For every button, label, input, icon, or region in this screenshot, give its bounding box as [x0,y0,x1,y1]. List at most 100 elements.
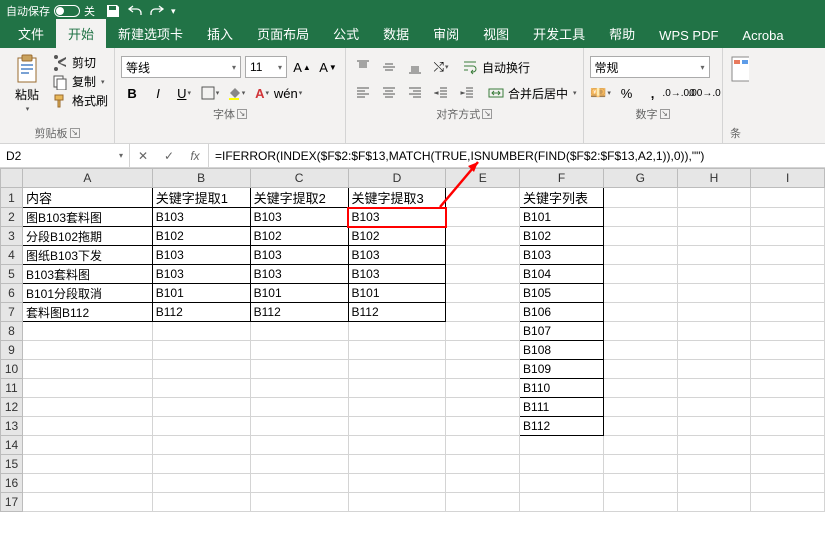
col-header[interactable]: H [677,169,751,188]
cell[interactable] [603,360,677,379]
row-header[interactable]: 15 [1,455,23,474]
wrap-text-button[interactable]: 自动换行 [462,59,530,76]
cell[interactable] [348,360,446,379]
cell[interactable] [677,398,751,417]
cell[interactable] [751,265,825,284]
cell[interactable] [520,455,604,474]
cell[interactable] [348,379,446,398]
col-header[interactable]: E [446,169,520,188]
cell[interactable]: B112 [348,303,446,322]
cell[interactable]: 套料图B112 [22,303,152,322]
col-header[interactable]: D [348,169,446,188]
cell[interactable]: B112 [152,303,250,322]
row-header[interactable]: 16 [1,474,23,493]
cell[interactable]: 图纸B103下发 [22,246,152,265]
cell[interactable]: B102 [250,227,348,246]
insert-function-button[interactable]: fx [182,149,208,163]
conditional-format-button[interactable] [729,50,749,84]
decrease-font-button[interactable]: A▼ [317,56,339,78]
cell[interactable] [677,284,751,303]
cell[interactable]: B109 [520,360,604,379]
cell[interactable]: 关键字提取3 [348,188,446,208]
cell[interactable] [446,341,520,360]
cell[interactable] [446,493,520,512]
cell[interactable] [603,188,677,208]
cell[interactable] [446,188,520,208]
cell[interactable] [677,455,751,474]
cell[interactable] [603,265,677,284]
cell[interactable] [152,398,250,417]
cell[interactable] [751,493,825,512]
cell[interactable] [603,284,677,303]
cell[interactable] [751,227,825,246]
row-header[interactable]: 1 [1,188,23,208]
launcher-icon[interactable]: ↘ [482,109,492,119]
cell[interactable] [348,436,446,455]
cell[interactable] [603,398,677,417]
cell[interactable] [603,208,677,227]
cell[interactable]: B103 [152,265,250,284]
col-header[interactable]: C [250,169,348,188]
cell[interactable] [250,360,348,379]
cell[interactable]: 内容 [22,188,152,208]
underline-button[interactable]: U▾ [173,82,195,104]
cell[interactable] [250,322,348,341]
cell[interactable] [751,322,825,341]
cell[interactable]: B107 [520,322,604,341]
cell[interactable]: B103 [348,208,446,227]
font-color-button[interactable]: A▾ [251,82,273,104]
cell[interactable] [446,227,520,246]
cell[interactable]: B103 [520,246,604,265]
cell[interactable] [22,417,152,436]
cell[interactable] [603,227,677,246]
copy-button[interactable]: 复制▾ [52,73,108,90]
cell[interactable] [250,398,348,417]
tab-review[interactable]: 审阅 [421,19,471,48]
cell[interactable] [446,436,520,455]
cell[interactable] [250,436,348,455]
cell[interactable] [677,265,751,284]
row-header[interactable]: 6 [1,284,23,303]
cell[interactable]: B103 [250,208,348,227]
cell[interactable]: B112 [250,303,348,322]
cell[interactable] [250,455,348,474]
row-header[interactable]: 4 [1,246,23,265]
cell[interactable] [348,493,446,512]
select-all-corner[interactable] [1,169,23,188]
cell[interactable] [22,341,152,360]
cell[interactable]: B103 [250,246,348,265]
cell[interactable] [22,360,152,379]
spreadsheet-grid[interactable]: A B C D E F G H I 1内容关键字提取1关键字提取2关键字提取3关… [0,168,825,512]
cell[interactable] [751,474,825,493]
row-header[interactable]: 11 [1,379,23,398]
launcher-icon[interactable]: ↘ [70,128,80,138]
cell[interactable] [152,322,250,341]
cell[interactable]: B101 [348,284,446,303]
cell[interactable]: B101 [250,284,348,303]
col-header[interactable]: F [520,169,604,188]
align-middle-button[interactable] [378,56,400,78]
row-header[interactable]: 13 [1,417,23,436]
tab-insert[interactable]: 插入 [195,19,245,48]
toggle-switch-icon[interactable] [54,5,80,17]
cell[interactable] [520,474,604,493]
cell[interactable] [152,474,250,493]
align-bottom-button[interactable] [404,56,426,78]
cell[interactable]: B104 [520,265,604,284]
cell[interactable] [348,341,446,360]
cell[interactable] [152,417,250,436]
phonetic-button[interactable]: wén▾ [277,82,299,104]
cell[interactable] [677,227,751,246]
cell[interactable] [677,417,751,436]
tab-view[interactable]: 视图 [471,19,521,48]
cell[interactable] [603,417,677,436]
percent-button[interactable]: % [616,82,638,104]
cell[interactable] [348,455,446,474]
cell[interactable]: B101 [152,284,250,303]
paste-button[interactable]: 粘贴 ▾ [6,50,48,113]
align-center-button[interactable] [378,82,400,104]
launcher-icon[interactable]: ↘ [660,109,670,119]
cell[interactable] [348,322,446,341]
cell[interactable]: B105 [520,284,604,303]
decrease-decimal-button[interactable]: .00→.0 [694,82,716,104]
